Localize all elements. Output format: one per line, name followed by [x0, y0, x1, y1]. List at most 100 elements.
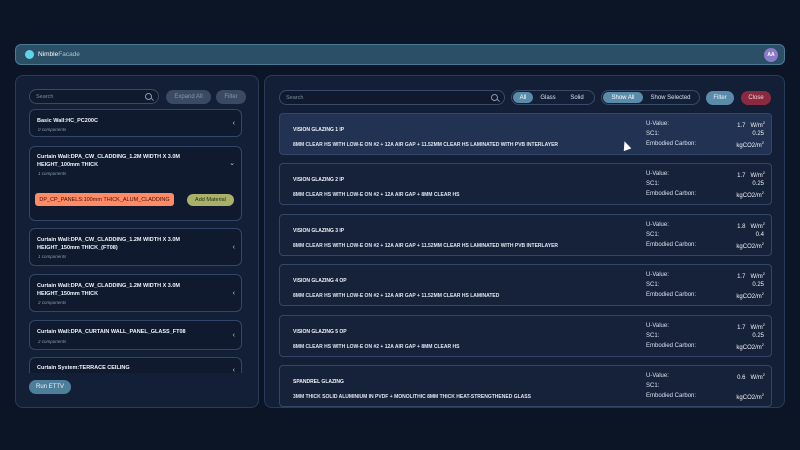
material-card[interactable]: VISION GLAZING 5 OP 8MM CLEAR HS WITH LO…	[279, 315, 772, 357]
material-name: VISION GLAZING 2 IP	[293, 177, 345, 183]
expand-all-button[interactable]: Expand All	[166, 90, 211, 104]
material-tag[interactable]: DP_CP_PANELS:100mm THICK_ALUM_CLADDING	[35, 193, 174, 206]
material-card[interactable]: VISION GLAZING 4 OP 8MM CLEAR HS WITH LO…	[279, 264, 772, 306]
right-filter-button[interactable]: Filter	[706, 91, 734, 105]
embodied-carbon-unit: kgCO2/m2	[736, 241, 764, 250]
brand-name: NimbleFacade	[38, 51, 80, 58]
show-all-toggle[interactable]: Show All	[603, 92, 643, 103]
component-item[interactable]: Curtain System:TERRACE CEILING ‹	[29, 357, 242, 373]
material-name: VISION GLAZING 5 OP	[293, 329, 347, 335]
u-value: 0.6 W/m2	[737, 372, 765, 381]
chevron-left-icon[interactable]: ‹	[233, 332, 235, 339]
component-item[interactable]: Basic Wall:HC_PC200C 0 components ‹	[29, 109, 242, 137]
material-card[interactable]: VISION GLAZING 1 IP 8MM CLEAR HS WITH LO…	[279, 113, 772, 155]
material-description: 8MM CLEAR HS WITH LOW-E ON #2 + 12A AIR …	[293, 344, 460, 350]
embodied-carbon-label: Embodied Carbon:	[646, 191, 697, 197]
components-search[interactable]	[29, 89, 159, 104]
chevron-left-icon[interactable]: ‹	[233, 120, 235, 127]
component-count: 1 components	[38, 171, 67, 176]
u-value-label: U-Value:	[646, 323, 669, 329]
u-value: 1.7 W/m2	[737, 170, 765, 179]
chevron-down-icon[interactable]: ⌄	[229, 159, 235, 167]
material-description: 8MM CLEAR HS WITH LOW-E ON #2 + 12A AIR …	[293, 192, 460, 198]
component-item-expanded[interactable]: Curtain Wall:DPA_CW_CLADDING_1.2M WIDTH …	[29, 146, 242, 221]
u-value-label: U-Value:	[646, 121, 669, 127]
component-title: Curtain Wall:DPA_CW_CLADDING_1.2M WIDTH …	[37, 237, 181, 251]
material-card[interactable]: VISION GLAZING 2 IP 8MM CLEAR HS WITH LO…	[279, 163, 772, 205]
embodied-carbon-label: Embodied Carbon:	[646, 141, 697, 147]
sc-label: SC1:	[646, 282, 660, 288]
u-value-label: U-Value:	[646, 272, 669, 278]
chevron-left-icon[interactable]: ‹	[233, 367, 235, 373]
components-search-input[interactable]	[36, 93, 145, 100]
component-count: 2 components	[38, 300, 67, 305]
add-material-button[interactable]: Add Material	[187, 194, 234, 206]
show-selected-toggle[interactable]: Show Selected	[643, 92, 698, 103]
user-avatar[interactable]: AA	[764, 47, 778, 62]
close-button[interactable]: Close	[741, 91, 771, 105]
u-value: 1.7 W/m2	[737, 322, 765, 331]
left-filter-button[interactable]: Filter	[216, 90, 246, 104]
sc-label: SC1:	[646, 383, 660, 389]
embodied-carbon-unit: kgCO2/m2	[736, 140, 764, 149]
material-name: VISION GLAZING 4 OP	[293, 278, 347, 284]
materials-search-input[interactable]	[286, 94, 491, 101]
material-description: 8MM CLEAR HS WITH LOW-E ON #2 + 12A AIR …	[293, 142, 559, 148]
u-value: 1.8 W/m2	[737, 221, 765, 230]
sc-value: 0.25	[752, 131, 764, 137]
materials-panel: All Glass Solid Show All Show Selected F…	[264, 75, 785, 408]
material-description: 8MM CLEAR HS WITH LOW-E ON #2 + 12A AIR …	[293, 293, 500, 299]
components-panel: Expand All Filter Basic Wall:HC_PC200C 0…	[15, 75, 259, 408]
sc-value: 0.25	[752, 181, 764, 187]
material-description: 3MM THICK SOLID ALUMINIUM IN PVDF + MONO…	[293, 394, 531, 400]
type-filter-group: All Glass Solid	[511, 90, 595, 105]
material-description: 8MM CLEAR HS WITH LOW-E ON #2 + 12A AIR …	[293, 243, 559, 249]
component-item[interactable]: Curtain Wall:DPA_CW_CLADDING_1.2M WIDTH …	[29, 274, 242, 312]
app-header: NimbleFacade AA	[15, 44, 785, 65]
materials-search[interactable]	[279, 90, 505, 105]
search-icon	[145, 93, 152, 100]
search-icon	[491, 94, 498, 101]
chevron-left-icon[interactable]: ‹	[233, 290, 235, 297]
component-title: Basic Wall:HC_PC200C	[37, 118, 98, 124]
logo-icon	[25, 50, 34, 59]
material-card[interactable]: SPANDREL GLAZING 3MM THICK SOLID ALUMINI…	[279, 365, 772, 407]
sc-value: 0.25	[752, 282, 764, 288]
component-count: 0 components	[38, 127, 67, 132]
sc-value: 0.25	[752, 333, 764, 339]
embodied-carbon-unit: kgCO2/m2	[736, 342, 764, 351]
type-filter-glass[interactable]: Glass	[533, 92, 563, 103]
component-item[interactable]: Curtain Wall:DPA_CW_CLADDING_1.2M WIDTH …	[29, 228, 242, 266]
material-list: VISION GLAZING 1 IP 8MM CLEAR HS WITH LO…	[279, 111, 773, 408]
u-value: 1.7 W/m2	[737, 271, 765, 280]
run-ettv-button[interactable]: Run ETTV	[29, 380, 71, 394]
sc-label: SC1:	[646, 181, 660, 187]
embodied-carbon-unit: kgCO2/m2	[736, 291, 764, 300]
embodied-carbon-unit: kgCO2/m2	[736, 190, 764, 199]
material-name: VISION GLAZING 1 IP	[293, 127, 345, 133]
component-count: 1 components	[38, 254, 67, 259]
material-name: SPANDREL GLAZING	[293, 379, 344, 385]
embodied-carbon-label: Embodied Carbon:	[646, 242, 697, 248]
component-title: Curtain Wall:DPA_CW_CLADDING_1.2M WIDTH …	[37, 283, 181, 297]
type-filter-solid[interactable]: Solid	[563, 92, 591, 103]
u-value-label: U-Value:	[646, 222, 669, 228]
component-item[interactable]: Curtain Wall:DPA_CURTAIN WALL_PANEL_GLAS…	[29, 320, 242, 350]
embodied-carbon-label: Embodied Carbon:	[646, 292, 697, 298]
chevron-left-icon[interactable]: ‹	[233, 244, 235, 251]
component-list: Basic Wall:HC_PC200C 0 components ‹ Curt…	[29, 109, 243, 373]
u-value-label: U-Value:	[646, 171, 669, 177]
type-filter-all[interactable]: All	[513, 92, 533, 103]
embodied-carbon-label: Embodied Carbon:	[646, 393, 697, 399]
material-name: VISION GLAZING 3 IP	[293, 228, 345, 234]
component-count: 2 components	[38, 339, 67, 344]
u-value: 1.7 W/m2	[737, 120, 765, 129]
material-card[interactable]: VISION GLAZING 3 IP 8MM CLEAR HS WITH LO…	[279, 214, 772, 256]
component-title: Curtain Wall:DPA_CW_CLADDING_1.2M WIDTH …	[37, 154, 181, 168]
sc-value: 0.4	[755, 232, 764, 238]
embodied-carbon-label: Embodied Carbon:	[646, 343, 697, 349]
sc-label: SC1:	[646, 131, 660, 137]
sc-label: SC1:	[646, 232, 660, 238]
u-value-label: U-Value:	[646, 373, 669, 379]
component-title: Curtain Wall:DPA_CURTAIN WALL_PANEL_GLAS…	[37, 329, 186, 335]
